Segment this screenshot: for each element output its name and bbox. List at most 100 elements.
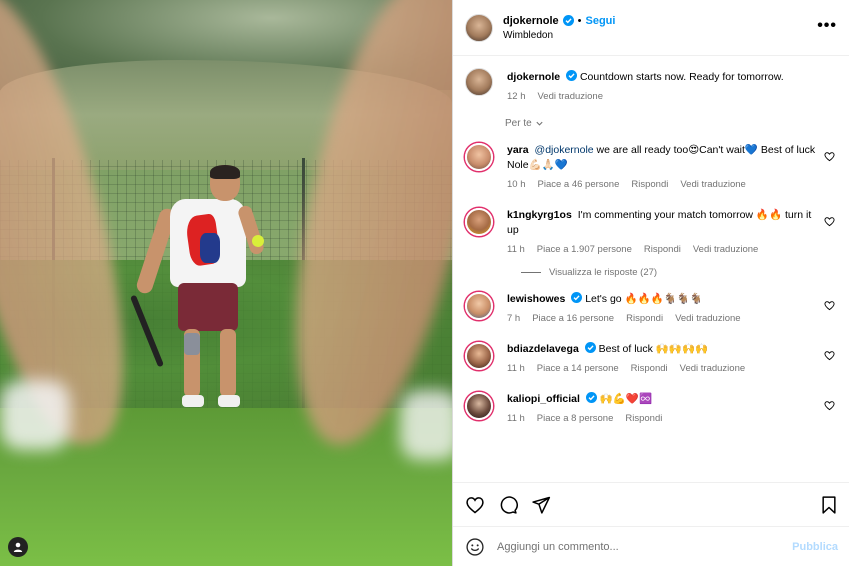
publish-button[interactable]: Pubblica xyxy=(792,541,838,553)
like-comment-heart-icon[interactable] xyxy=(824,400,835,411)
reply-button[interactable]: Rispondi xyxy=(626,311,663,326)
caption-time[interactable]: 12 h xyxy=(507,89,526,104)
comment-username[interactable]: bdiazdelavega xyxy=(507,343,579,355)
comment-time[interactable]: 11 h xyxy=(507,411,525,426)
post-photo[interactable] xyxy=(0,0,452,566)
translate-link[interactable]: Vedi traduzione xyxy=(680,361,746,376)
author-line: djokernole • Segui xyxy=(503,15,615,27)
player-shoe xyxy=(182,395,204,407)
sort-dropdown[interactable]: Per te xyxy=(505,118,837,129)
emoji-icon[interactable] xyxy=(465,537,485,557)
tennis-player xyxy=(129,165,266,415)
player-shorts xyxy=(178,283,238,331)
comment-body: kaliopi_official 🙌💪❤️♾️ 11 h Piace a 8 p… xyxy=(507,392,837,426)
shirt-graphic xyxy=(200,233,220,263)
replies-divider xyxy=(521,272,541,273)
translate-link[interactable]: Vedi traduzione xyxy=(538,89,604,104)
comment-meta: 10 h Piace a 46 persone Rispondi Vedi tr… xyxy=(507,177,817,192)
comment-username[interactable]: yara xyxy=(507,144,529,156)
verified-badge-icon xyxy=(585,392,597,403)
comment-time[interactable]: 10 h xyxy=(507,177,526,192)
comment-meta: 11 h Piace a 14 persone Rispondi Vedi tr… xyxy=(507,361,817,376)
caption-username[interactable]: djokernole xyxy=(507,71,560,83)
reply-button[interactable]: Rispondi xyxy=(625,411,662,426)
author-info: djokernole • Segui Wimbledon xyxy=(503,15,615,41)
comment-likes[interactable]: Piace a 1.907 persone xyxy=(537,242,632,257)
comment-username[interactable]: kaliopi_official xyxy=(507,393,580,405)
like-comment-heart-icon[interactable] xyxy=(824,350,835,361)
more-options-icon[interactable]: ••• xyxy=(817,18,837,34)
comment-item: lewishowes Let's go 🔥🔥🔥🐐🐐🐐 7 h Piace a 1… xyxy=(465,292,837,326)
like-heart-icon[interactable] xyxy=(465,495,485,515)
comment-bubble-icon[interactable] xyxy=(498,495,518,515)
verified-badge-icon xyxy=(571,292,583,303)
commenter-avatar[interactable] xyxy=(465,208,493,236)
reply-button[interactable]: Rispondi xyxy=(631,177,668,192)
post-side-panel: djokernole • Segui Wimbledon ••• djokern… xyxy=(452,0,849,566)
post-header: djokernole • Segui Wimbledon ••• xyxy=(453,0,849,56)
like-comment-heart-icon[interactable] xyxy=(824,216,835,227)
translate-link[interactable]: Vedi traduzione xyxy=(693,242,759,257)
comment-item: kaliopi_official 🙌💪❤️♾️ 11 h Piace a 8 p… xyxy=(465,392,837,426)
share-send-icon[interactable] xyxy=(531,495,551,515)
comment-text: 🙌💪❤️♾️ xyxy=(599,393,653,405)
comment-username[interactable]: lewishowes xyxy=(507,293,565,305)
comment-input[interactable] xyxy=(497,540,793,553)
like-comment-heart-icon[interactable] xyxy=(824,300,835,311)
commenter-avatar[interactable] xyxy=(465,292,493,320)
post-caption: djokernole Countdown starts now. Ready f… xyxy=(465,68,837,104)
comment-body: lewishowes Let's go 🔥🔥🔥🐐🐐🐐 7 h Piace a 1… xyxy=(507,292,837,326)
caption-body: djokernole Countdown starts now. Ready f… xyxy=(507,68,837,104)
comment-likes[interactable]: Piace a 16 persone xyxy=(532,311,614,326)
comment-likes[interactable]: Piace a 14 persone xyxy=(537,361,619,376)
caption-meta: 12 h Vedi traduzione xyxy=(507,89,817,104)
author-avatar[interactable] xyxy=(465,13,493,42)
like-comment-heart-icon[interactable] xyxy=(824,151,835,162)
player-hair xyxy=(210,165,240,179)
caption-text: Countdown starts now. Ready for tomorrow… xyxy=(579,71,784,83)
save-bookmark-icon[interactable] xyxy=(819,495,839,515)
tagged-user-icon[interactable] xyxy=(8,537,28,557)
comment-likes[interactable]: Piace a 46 persone xyxy=(538,177,620,192)
caption-avatar[interactable] xyxy=(465,68,493,96)
foreground-sock xyxy=(0,380,70,450)
commenter-avatar[interactable] xyxy=(465,342,493,370)
commenter-avatar[interactable] xyxy=(465,143,493,171)
verified-badge-icon xyxy=(566,70,578,81)
comment-likes[interactable]: Piace a 8 persone xyxy=(537,411,614,426)
knee-brace xyxy=(184,333,200,355)
comment-body: bdiazdelavega Best of luck 🙌🙌🙌🙌 11 h Pia… xyxy=(507,342,837,376)
commenter-avatar[interactable] xyxy=(465,392,493,420)
chevron-down-icon xyxy=(536,121,543,126)
view-replies-label: Visualizza le risposte (27) xyxy=(549,267,658,278)
comments-list: djokernole Countdown starts now. Ready f… xyxy=(453,56,849,482)
comment-text: Let's go 🔥🔥🔥🐐🐐🐐 xyxy=(585,293,704,305)
translate-link[interactable]: Vedi traduzione xyxy=(680,177,746,192)
comment-body: k1ngkyrg1os I'm commenting your match to… xyxy=(507,208,837,257)
post-location[interactable]: Wimbledon xyxy=(503,30,615,41)
comment-item: yara @djokernole we are all ready too😍Ca… xyxy=(465,143,837,192)
comment-composer: Pubblica xyxy=(453,526,849,566)
comment-username[interactable]: k1ngkyrg1os xyxy=(507,209,572,221)
author-username[interactable]: djokernole xyxy=(503,15,559,27)
reply-button[interactable]: Rispondi xyxy=(644,242,681,257)
view-replies-button[interactable]: Visualizza le risposte (27) xyxy=(521,267,837,278)
player-leg xyxy=(220,329,236,397)
comment-meta: 7 h Piace a 16 persone Rispondi Vedi tra… xyxy=(507,311,817,326)
comment-body: yara @djokernole we are all ready too😍Ca… xyxy=(507,143,837,192)
comment-item: k1ngkyrg1os I'm commenting your match to… xyxy=(465,208,837,257)
translate-link[interactable]: Vedi traduzione xyxy=(675,311,741,326)
sort-label: Per te xyxy=(505,118,532,129)
comment-time[interactable]: 11 h xyxy=(507,361,525,376)
separator-dot: • xyxy=(577,14,582,27)
comment-time[interactable]: 11 h xyxy=(507,242,525,257)
comment-mention[interactable]: @djokernole xyxy=(535,144,594,156)
reply-button[interactable]: Rispondi xyxy=(631,361,668,376)
comment-time[interactable]: 7 h xyxy=(507,311,520,326)
post-actions-bar xyxy=(453,482,849,526)
follow-button[interactable]: Segui xyxy=(585,15,615,27)
tennis-ball xyxy=(252,235,264,247)
verified-badge-icon xyxy=(584,342,596,353)
player-shoe xyxy=(218,395,240,407)
comment-meta: 11 h Piace a 1.907 persone Rispondi Vedi… xyxy=(507,242,817,257)
